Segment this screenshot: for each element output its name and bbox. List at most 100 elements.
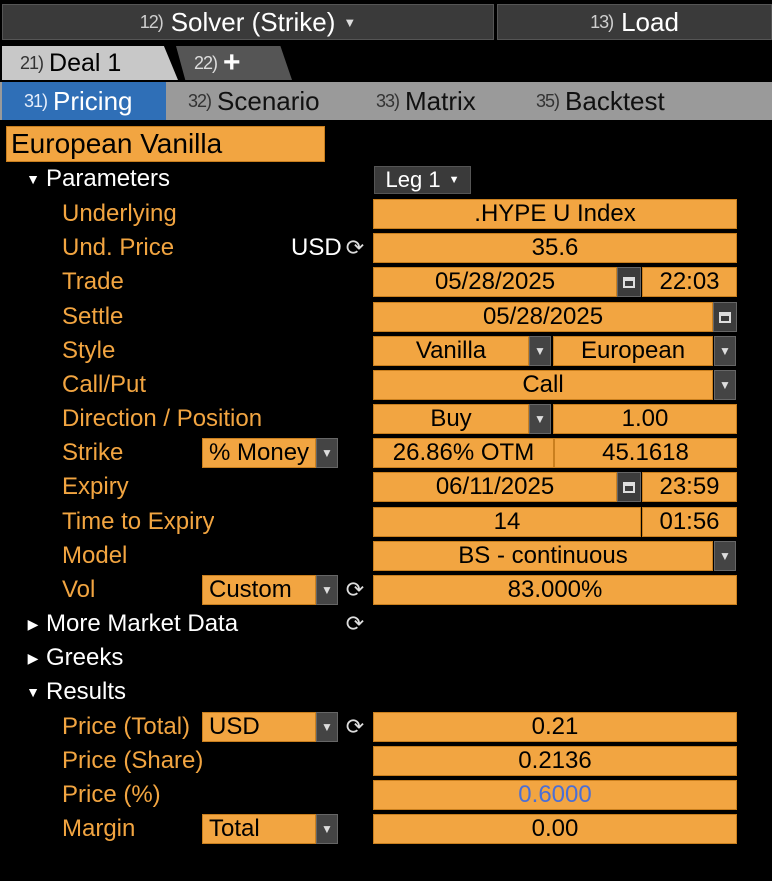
tab-matrix-label: Matrix: [405, 85, 476, 116]
margin-mode-select[interactable]: Total: [202, 814, 316, 844]
strike-value-field[interactable]: 45.1618: [554, 438, 737, 468]
greeks-toggle[interactable]: ▶ Greeks: [22, 643, 124, 673]
price-pct-field[interactable]: 0.6000: [373, 780, 737, 810]
chevron-down-icon[interactable]: ▼: [316, 575, 338, 605]
price-share-field[interactable]: 0.2136: [373, 746, 737, 776]
tab-backtest-label: Backtest: [565, 85, 665, 116]
price-pct-label: Price (%): [62, 781, 161, 808]
greeks-label: Greeks: [46, 644, 124, 671]
price-share-label: Price (Share): [62, 747, 204, 774]
tab-pricing[interactable]: 31) Pricing: [2, 82, 166, 120]
load-number: 13): [590, 11, 614, 32]
results-toggle[interactable]: ▼ Results: [22, 677, 126, 707]
tab-pricing-label: Pricing: [53, 85, 133, 116]
chevron-down-icon[interactable]: ▼: [316, 438, 338, 468]
chevron-down-icon: ▼: [448, 174, 460, 186]
refresh-icon[interactable]: ⟳: [343, 233, 367, 263]
position-field[interactable]: 1.00: [553, 404, 737, 434]
margin-label: Margin: [62, 815, 136, 842]
more-market-data-label: More Market Data: [46, 610, 239, 637]
results-label: Results: [46, 678, 127, 705]
und-price-field[interactable]: 35.6: [373, 233, 737, 263]
more-market-data-toggle[interactable]: ▶ More Market Data: [22, 609, 238, 639]
refresh-icon[interactable]: ⟳: [343, 609, 367, 639]
time-to-expiry-time-field[interactable]: 01:56: [642, 507, 737, 537]
style-label: Style: [62, 337, 116, 364]
time-to-expiry-days-field[interactable]: 14: [373, 507, 641, 537]
tab-deal-1[interactable]: 21) Deal 1: [2, 46, 178, 80]
expiry-date-field[interactable]: 06/11/2025: [373, 472, 617, 502]
load-label: Load: [621, 6, 679, 37]
price-total-field[interactable]: 0.21: [373, 712, 737, 742]
model-label: Model: [62, 542, 128, 569]
calendar-icon[interactable]: [713, 302, 737, 332]
refresh-icon[interactable]: ⟳: [343, 712, 367, 742]
calendar-icon[interactable]: [617, 267, 641, 297]
expand-down-icon: ▼: [26, 171, 40, 187]
plus-icon: +: [223, 46, 241, 79]
chevron-down-icon[interactable]: ▼: [714, 541, 736, 571]
tab-pricing-number: 31): [24, 90, 48, 111]
margin-value-field[interactable]: 0.00: [373, 814, 737, 844]
chevron-down-icon[interactable]: ▼: [316, 814, 338, 844]
leg-selector[interactable]: Leg 1 ▼: [374, 166, 471, 194]
time-to-expiry-label: Time to Expiry: [62, 508, 215, 535]
settle-label: Settle: [62, 303, 124, 330]
strike-mode-select[interactable]: % Money: [202, 438, 316, 468]
expiry-time-field[interactable]: 23:59: [642, 472, 737, 502]
deal-tabs: 21) Deal 1 22) +: [0, 44, 772, 80]
chevron-down-icon[interactable]: ▼: [529, 336, 551, 366]
tab-backtest-number: 35): [536, 90, 560, 111]
chevron-down-icon[interactable]: ▼: [714, 336, 736, 366]
tab-add-number: 22): [194, 52, 218, 73]
trade-label: Trade: [62, 268, 124, 295]
chevron-down-icon[interactable]: ▼: [529, 404, 551, 434]
parameters-section-label: Parameters: [46, 165, 171, 192]
trade-time-field[interactable]: 22:03: [642, 267, 737, 297]
tab-scenario-label: Scenario: [217, 85, 320, 116]
style-exercise-select[interactable]: European: [553, 336, 713, 366]
direction-select[interactable]: Buy: [373, 404, 529, 434]
price-currency-select[interactable]: USD: [202, 712, 316, 742]
call-put-select[interactable]: Call: [373, 370, 713, 400]
leg-selector-label: Leg 1: [385, 167, 441, 192]
load-button[interactable]: 13) Load: [497, 4, 772, 40]
chevron-down-icon: ▼: [343, 14, 357, 30]
parameters-section-toggle[interactable]: ▼ Parameters: [22, 164, 170, 194]
tab-backtest[interactable]: 35) Backtest: [514, 82, 714, 120]
settle-date-field[interactable]: 05/28/2025: [373, 302, 713, 332]
vol-value-field[interactable]: 83.000%: [373, 575, 737, 605]
solver-number: 12): [139, 11, 164, 32]
expand-down-icon: ▼: [26, 684, 40, 700]
underlying-field[interactable]: .HYPE U Index: [373, 199, 737, 229]
tab-matrix[interactable]: 33) Matrix: [354, 82, 514, 120]
style-type-select[interactable]: Vanilla: [373, 336, 529, 366]
und-price-currency: USD: [291, 234, 342, 261]
vol-label: Vol: [62, 576, 96, 603]
solver-strike-button[interactable]: 12) Solver (Strike) ▼: [2, 4, 494, 40]
vol-mode-select[interactable]: Custom: [202, 575, 316, 605]
call-put-label: Call/Put: [62, 371, 147, 398]
expand-right-icon: ▶: [27, 649, 39, 666]
model-select[interactable]: BS - continuous: [373, 541, 713, 571]
expiry-label: Expiry: [62, 473, 129, 500]
trade-date-field[interactable]: 05/28/2025: [373, 267, 617, 297]
chevron-down-icon[interactable]: ▼: [316, 712, 338, 742]
und-price-label: Und. Price: [62, 234, 175, 261]
calendar-icon[interactable]: [617, 472, 641, 502]
tab-add-deal[interactable]: 22) +: [176, 46, 292, 80]
refresh-icon[interactable]: ⟳: [343, 575, 367, 605]
tab-scenario[interactable]: 32) Scenario: [166, 82, 352, 120]
tab-scenario-number: 32): [188, 90, 212, 111]
tab-matrix-number: 33): [376, 90, 400, 111]
view-tabs: 31) Pricing 32) Scenario 33) Matrix 35) …: [0, 82, 772, 120]
chevron-down-icon[interactable]: ▼: [714, 370, 736, 400]
price-total-label: Price (Total): [62, 713, 191, 740]
tab-deal-1-number: 21): [20, 52, 44, 73]
strike-label: Strike: [62, 439, 124, 466]
header-bar: 12) Solver (Strike) ▼ 13) Load: [0, 0, 772, 44]
solver-label: Solver (Strike): [170, 6, 336, 37]
strike-moneyness-field[interactable]: 26.86% OTM: [373, 438, 554, 468]
product-title[interactable]: European Vanilla: [6, 126, 325, 162]
expand-right-icon: ▶: [27, 615, 39, 632]
